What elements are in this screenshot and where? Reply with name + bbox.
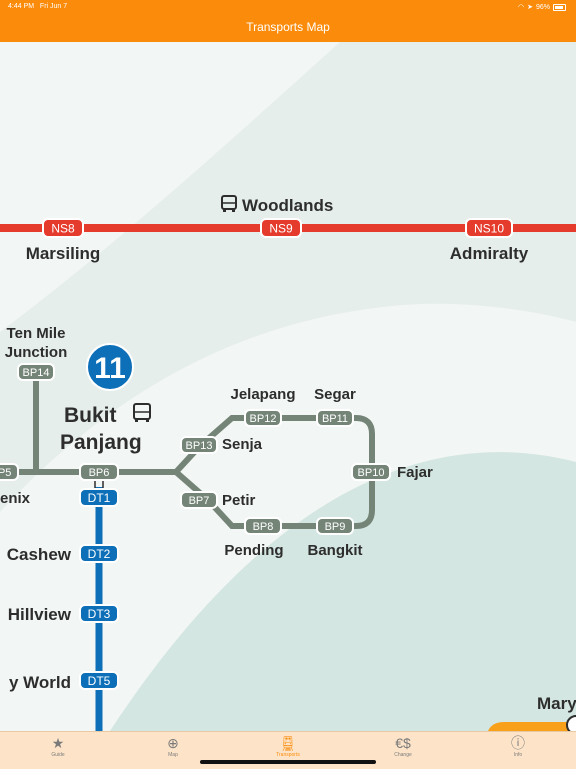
tab-label: Info — [513, 752, 523, 758]
station-name: Pending — [224, 542, 283, 559]
station-code: NS8 — [51, 222, 75, 236]
bp-station-bp8[interactable]: BP8 — [244, 517, 282, 535]
station-code: BP9 — [325, 521, 346, 533]
bp-station-bp6[interactable]: BP6 — [79, 463, 119, 481]
bp-station-bp14[interactable]: BP14 — [17, 363, 55, 381]
station-code: DT1 — [88, 491, 111, 505]
station-code: DT3 — [88, 607, 111, 621]
ns-station-ns10[interactable]: NS10 — [465, 218, 513, 238]
tab-label: Change — [394, 752, 412, 758]
tab-change[interactable]: €$ Change — [373, 734, 433, 758]
circle-line-segment — [488, 722, 576, 731]
bp-station-bp12[interactable]: BP12 — [244, 409, 282, 427]
station-code: DT5 — [88, 674, 111, 688]
bp-station-bp10[interactable]: BP10 — [351, 463, 391, 481]
bp-station-bp13[interactable]: BP13 — [180, 436, 218, 454]
station-name-line2: Junction — [5, 344, 68, 361]
station-name: Marsiling — [26, 244, 101, 263]
transit-map[interactable]: NS8 Marsiling NS9 Woodlands NS10 Admiral… — [0, 42, 576, 731]
tab-map[interactable]: ⊕ Map — [143, 734, 203, 758]
tab-info[interactable]: ⓘ Info — [488, 734, 548, 758]
wifi-icon: ◠ — [518, 4, 525, 11]
ns-station-ns9[interactable]: NS9 — [260, 218, 302, 238]
status-right: ◠ ➤ 96% — [518, 3, 566, 11]
station-name: enix — [0, 490, 31, 507]
train-icon: 🚆︎ — [279, 735, 297, 751]
crosshair-icon: ⊕ — [167, 735, 179, 751]
station-name-line1: Bukit — [64, 404, 117, 427]
station-code: BP14 — [23, 367, 50, 379]
bp-station-bp7[interactable]: BP7 — [180, 491, 218, 509]
station-name: Senja — [222, 436, 263, 453]
bp-station-bp9[interactable]: BP9 — [316, 517, 354, 535]
station-name: Cashew — [7, 545, 72, 564]
status-bar: 4:44 PM Fri Jun 7 ◠ ➤ 96% — [0, 0, 576, 14]
battery-percent: 96% — [535, 3, 550, 11]
ns-station-ns8[interactable]: NS8 — [42, 218, 84, 238]
station-name: Woodlands — [242, 196, 333, 215]
bp-station-bp11[interactable]: BP11 — [316, 409, 354, 427]
tab-transports[interactable]: 🚆︎ Transports — [258, 734, 318, 758]
station-name: Segar — [314, 386, 356, 403]
battery-icon — [553, 3, 566, 11]
station-code: DT2 — [88, 547, 111, 561]
station-name: Hillview — [8, 605, 72, 624]
location-icon: ➤ — [527, 4, 533, 11]
dt-station-dt3[interactable]: DT3 — [79, 604, 119, 623]
station-name: y World — [9, 673, 71, 692]
station-code: BP12 — [250, 413, 277, 425]
station-code: BP11 — [322, 413, 348, 425]
svg-text:11: 11 — [94, 352, 126, 385]
station-code: BP13 — [186, 440, 213, 452]
info-icon: ⓘ — [511, 735, 525, 751]
currency-icon: €$ — [395, 735, 411, 751]
station-code: BP7 — [189, 495, 210, 507]
station-name: Jelapang — [230, 386, 295, 403]
station-code: BP10 — [358, 467, 385, 479]
station-code: BP8 — [253, 521, 274, 533]
home-indicator — [200, 760, 376, 764]
bp-station-bp5[interactable]: BP5 — [0, 463, 19, 481]
station-code: BP5 — [0, 467, 11, 479]
tab-label: Transports — [276, 752, 300, 758]
status-time: 4:44 PM Fri Jun 7 — [8, 3, 68, 10]
station-name: Petir — [222, 492, 256, 509]
station-code: BP6 — [89, 467, 110, 479]
line-number-badge: 11 — [86, 343, 134, 391]
station-name: Admiralty — [450, 244, 529, 263]
dt-station-dt5[interactable]: DT5 — [79, 671, 119, 690]
station-name-line2: Panjang — [60, 431, 142, 454]
station-name-partial: Mary — [537, 694, 576, 713]
tab-label: Map — [168, 752, 178, 758]
station-name: Fajar — [397, 464, 433, 481]
station-code: NS10 — [474, 222, 504, 236]
station-name: Bangkit — [307, 542, 362, 559]
tab-guide[interactable]: ★ Guide — [28, 734, 88, 758]
page-title: Transports Map — [246, 20, 330, 34]
station-name-line1: Ten Mile — [7, 325, 66, 342]
dt-station-dt1[interactable]: DT1 — [79, 488, 119, 507]
station-code: NS9 — [269, 222, 293, 236]
nav-bar: Transports Map — [0, 14, 576, 42]
tab-label: Guide — [51, 752, 65, 758]
dt-station-dt2[interactable]: DT2 — [79, 544, 119, 563]
star-icon: ★ — [51, 735, 65, 751]
